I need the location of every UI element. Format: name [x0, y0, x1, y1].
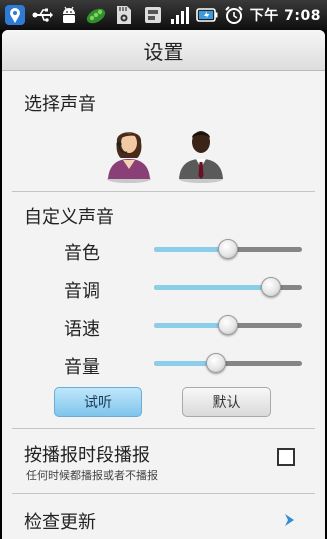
schedule-checkbox[interactable] — [277, 448, 295, 466]
schedule-subtitle: 任何时候都播报或者不播报 — [26, 469, 158, 482]
title-bar: 设置 — [2, 30, 325, 71]
peas-icon — [85, 4, 107, 26]
check-update-item[interactable]: 检查更新 — [24, 508, 96, 534]
male-voice-avatar[interactable] — [177, 122, 225, 184]
pitch-slider[interactable] — [154, 275, 302, 299]
alarm-icon — [223, 4, 245, 26]
notification-icon — [142, 4, 164, 26]
settings-screen: 设置 选择声音 自定义声音 音色 音调 语速 音量 试听 默认 按播报时段播报 … — [2, 30, 325, 539]
female-voice-avatar[interactable] — [105, 122, 153, 184]
volume-slider[interactable] — [154, 351, 302, 375]
android-debug-icon — [58, 4, 80, 26]
sd-card-icon — [112, 4, 134, 26]
status-bar: 下午 7:08 — [0, 0, 327, 30]
voice-select-title: 选择声音 — [24, 94, 96, 115]
slider-fill — [154, 323, 228, 328]
divider — [12, 191, 315, 192]
timbre-slider[interactable] — [154, 237, 302, 261]
battery-icon — [195, 4, 218, 26]
chevron-right-icon — [282, 512, 298, 528]
status-bar-left — [0, 4, 134, 26]
divider — [12, 428, 315, 429]
clock-time: 7:08 — [284, 8, 321, 24]
custom-voice-title: 自定义声音 — [24, 207, 114, 228]
volume-label: 音量 — [64, 357, 100, 378]
usb-icon — [31, 4, 53, 26]
pitch-label: 音调 — [64, 281, 100, 302]
clock: 下午 7:08 — [250, 5, 321, 25]
location-app-icon — [4, 4, 26, 26]
slider-fill — [154, 285, 271, 290]
divider — [12, 493, 315, 494]
slider-thumb[interactable] — [218, 239, 238, 259]
slider-thumb[interactable] — [206, 353, 227, 373]
try-listen-button[interactable]: 试听 — [54, 387, 142, 417]
slider-thumb[interactable] — [260, 277, 281, 297]
slider-fill — [154, 247, 228, 252]
status-bar-right: 下午 7:08 — [142, 4, 327, 26]
signal-icon — [169, 4, 191, 26]
speed-slider[interactable] — [154, 313, 302, 337]
default-button[interactable]: 默认 — [182, 387, 271, 417]
schedule-title[interactable]: 按播报时段播报 — [24, 441, 150, 467]
timbre-label: 音色 — [64, 243, 100, 264]
clock-period: 下午 — [249, 8, 279, 24]
page-title: 设置 — [143, 39, 184, 64]
slider-thumb[interactable] — [218, 315, 238, 335]
speed-label: 语速 — [64, 319, 100, 340]
